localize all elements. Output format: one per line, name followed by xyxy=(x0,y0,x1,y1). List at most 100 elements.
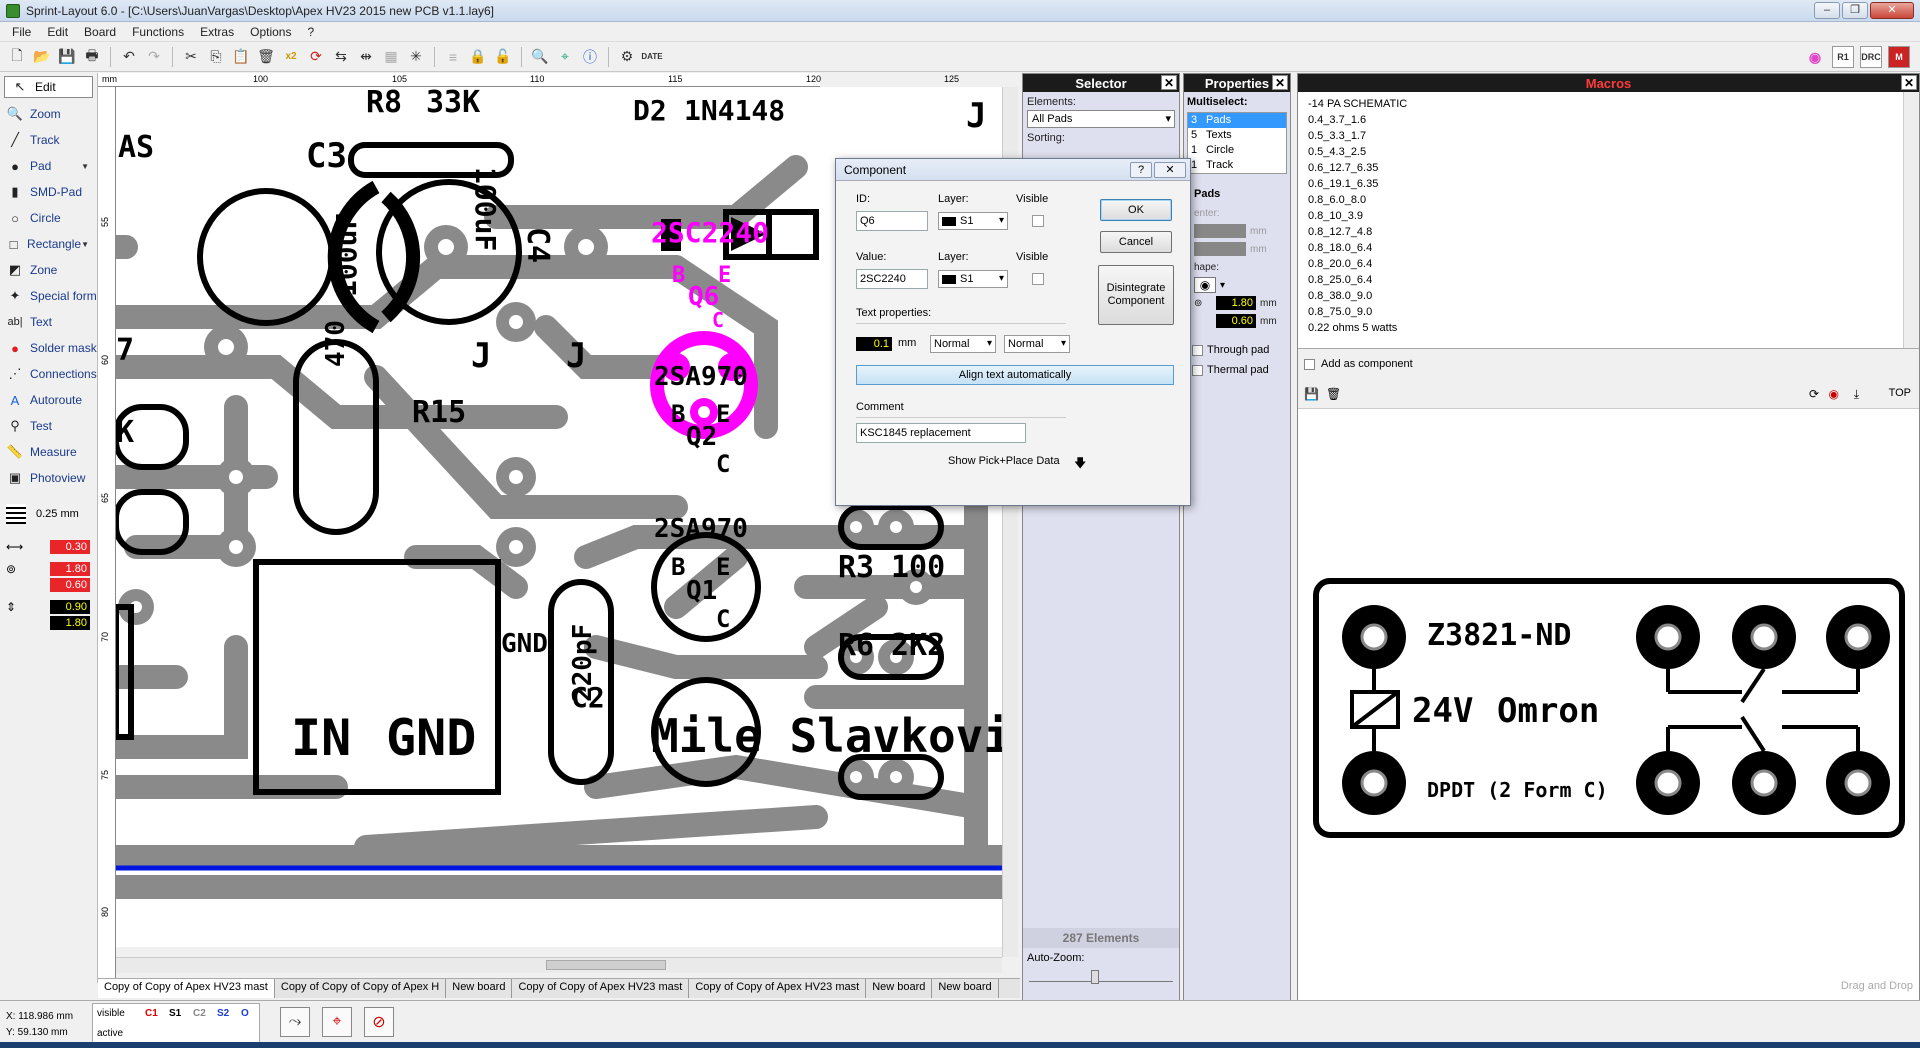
disintegrate-button[interactable]: Disintegrate Component xyxy=(1098,265,1174,325)
date-icon[interactable]: DATE xyxy=(641,46,663,68)
pad-inner-row[interactable]: 0.60 xyxy=(0,577,97,593)
menu-file[interactable]: File xyxy=(4,25,39,39)
tool-track[interactable]: ╱ Track xyxy=(0,127,97,153)
list-item[interactable]: 3 Pads xyxy=(1188,113,1286,128)
smd-width-value[interactable]: 0.90 xyxy=(50,600,90,614)
crosshair-icon[interactable]: ⌖ xyxy=(554,46,576,68)
thermal-pad-checkbox[interactable]: Thermal pad xyxy=(1184,360,1290,380)
tool-pad[interactable]: ● Pad ▼ xyxy=(0,153,97,179)
print-icon[interactable]: 🖶 xyxy=(81,46,103,68)
target-icon[interactable]: ⌖ xyxy=(322,1007,352,1037)
open-folder-icon[interactable]: 📂 xyxy=(31,46,53,68)
board-tab[interactable]: Copy of Copy of Copy of Apex H xyxy=(275,979,447,998)
tool-text[interactable]: ab| Text xyxy=(0,309,97,335)
save-icon[interactable]: 💾 xyxy=(1304,387,1319,401)
id-layer-select[interactable]: S1 xyxy=(938,212,1008,230)
unlock-icon[interactable]: 🔓 xyxy=(492,46,514,68)
layer-s2[interactable]: S2 xyxy=(217,1008,229,1019)
tool-connections[interactable]: ⋰ Connections xyxy=(0,361,97,387)
tool-autoroute[interactable]: A Autoroute xyxy=(0,387,97,413)
chevron-down-icon[interactable]: ▼ xyxy=(81,240,89,249)
tree-item[interactable]: 0.8_20.0_6.4 xyxy=(1308,256,1919,272)
list-item[interactable]: 1 Track xyxy=(1188,158,1286,173)
id-visible-checkbox[interactable] xyxy=(1032,215,1044,227)
chevron-down-icon[interactable]: ▼ xyxy=(81,162,89,171)
drc-button[interactable]: DRC xyxy=(1860,46,1882,68)
list-item[interactable]: 5 Texts xyxy=(1188,128,1286,143)
trash-icon[interactable]: 🗑 xyxy=(1326,387,1341,401)
board-tab[interactable]: New board xyxy=(446,979,513,998)
no-route-icon[interactable]: ⊘ xyxy=(364,1007,394,1037)
shape-select[interactable]: ◉ ▾ xyxy=(1184,276,1290,294)
record-icon[interactable]: ◉ xyxy=(1829,387,1839,401)
cancel-button[interactable]: Cancel xyxy=(1100,231,1172,253)
record-icon[interactable]: ◉ xyxy=(1804,46,1826,68)
round-pad-icon[interactable]: ◉ xyxy=(1194,277,1216,293)
align-icon[interactable]: ⇹ xyxy=(355,46,377,68)
menu-options[interactable]: Options xyxy=(242,25,299,39)
id-input[interactable]: Q6 xyxy=(856,211,928,231)
value-layer-select[interactable]: S1 xyxy=(938,270,1008,288)
menu-board[interactable]: Board xyxy=(76,25,124,39)
save-icon[interactable]: 💾 xyxy=(56,46,78,68)
pad-outer-value[interactable]: 1.80 xyxy=(50,562,90,576)
tool-edit[interactable]: ↖ Edit xyxy=(4,76,93,98)
slider-thumb[interactable] xyxy=(1091,970,1099,984)
tree-item[interactable]: 0.8_25.0_6.4 xyxy=(1308,272,1919,288)
close-icon[interactable]: ✕ xyxy=(1161,75,1177,90)
board-tab[interactable]: New board xyxy=(932,979,999,998)
lock-icon[interactable]: 🔒 xyxy=(467,46,489,68)
delete-icon[interactable]: 🗑 xyxy=(255,46,277,68)
tree-item[interactable]: 0.6_19.1_6.35 xyxy=(1308,176,1919,192)
menu-extras[interactable]: Extras xyxy=(192,25,242,39)
chevron-down-icon[interactable]: ▾ xyxy=(1220,280,1225,291)
close-icon[interactable]: ✕ xyxy=(1272,75,1288,90)
board-tab[interactable]: Copy of Copy of Apex HV23 mast xyxy=(98,979,275,998)
tree-item[interactable]: 0.8_6.0_8.0 xyxy=(1308,192,1919,208)
board-tab[interactable]: Copy of Copy of Apex HV23 mast xyxy=(689,979,867,998)
through-pad-checkbox[interactable]: Through pad xyxy=(1184,340,1290,360)
scroll-thumb[interactable] xyxy=(546,960,666,970)
tool-solder-mask[interactable]: ● Solder mask xyxy=(0,335,97,361)
tool-zone[interactable]: ◩ Zone xyxy=(0,257,97,283)
tree-item[interactable]: 0.8_10_3.9 xyxy=(1308,208,1919,224)
rotate-icon[interactable]: ⟳ xyxy=(1809,387,1819,401)
board-tab[interactable]: New board xyxy=(866,979,933,998)
help-button[interactable]: ? xyxy=(1130,162,1152,178)
value-visible-checkbox[interactable] xyxy=(1032,273,1044,285)
comment-input[interactable]: KSC1845 replacement xyxy=(856,423,1026,443)
tree-item[interactable]: -14 PA SCHEMATIC xyxy=(1308,96,1919,112)
tool-special-form[interactable]: ✦ Special form xyxy=(0,283,97,309)
grid-setting[interactable]: 0.25 mm xyxy=(0,499,97,529)
info-icon[interactable]: ⓘ xyxy=(579,46,601,68)
pad-inner-field[interactable]: 0.60 mm xyxy=(1184,312,1290,330)
smd-height-value[interactable]: 1.80 xyxy=(50,616,90,630)
close-icon[interactable]: ✕ xyxy=(1901,75,1917,90)
elements-select[interactable]: All Pads xyxy=(1027,110,1175,128)
tree-item[interactable]: 0.4_3.7_1.6 xyxy=(1308,112,1919,128)
snap-icon[interactable]: ✳ xyxy=(405,46,427,68)
pad-inner-value[interactable]: 0.60 xyxy=(50,578,90,592)
menu-help[interactable]: ? xyxy=(299,25,322,39)
tree-scrollbar[interactable] xyxy=(1903,92,1919,348)
pad-outer-field[interactable]: ⊚ 1.80 mm xyxy=(1184,294,1290,312)
tree-item[interactable]: 0.8_38.0_9.0 xyxy=(1308,288,1919,304)
paste-icon[interactable]: 📋 xyxy=(230,46,252,68)
canvas-horizontal-scrollbar[interactable] xyxy=(116,957,1002,973)
undo-icon[interactable]: ↶ xyxy=(118,46,140,68)
text-style-select-2[interactable]: Normal xyxy=(1004,335,1070,353)
layer-icon[interactable]: ≡ xyxy=(442,46,464,68)
menu-functions[interactable]: Functions xyxy=(124,25,192,39)
layer-o[interactable]: O xyxy=(241,1008,249,1019)
new-file-icon[interactable]: 🗋 xyxy=(6,46,28,68)
search-icon[interactable]: 🔍 xyxy=(529,46,551,68)
layer-s1[interactable]: S1 xyxy=(169,1008,181,1019)
close-button[interactable]: ✕ xyxy=(1870,2,1914,19)
minimize-button[interactable]: – xyxy=(1814,2,1840,19)
layer-c2[interactable]: C2 xyxy=(193,1008,206,1019)
top-label[interactable]: TOP xyxy=(1889,387,1911,399)
autozoom-slider[interactable] xyxy=(1029,970,1173,984)
tree-item[interactable]: 0.5_4.3_2.5 xyxy=(1308,144,1919,160)
layer-c1[interactable]: C1 xyxy=(145,1008,158,1019)
download-icon[interactable]: ⤓ xyxy=(1854,387,1859,402)
